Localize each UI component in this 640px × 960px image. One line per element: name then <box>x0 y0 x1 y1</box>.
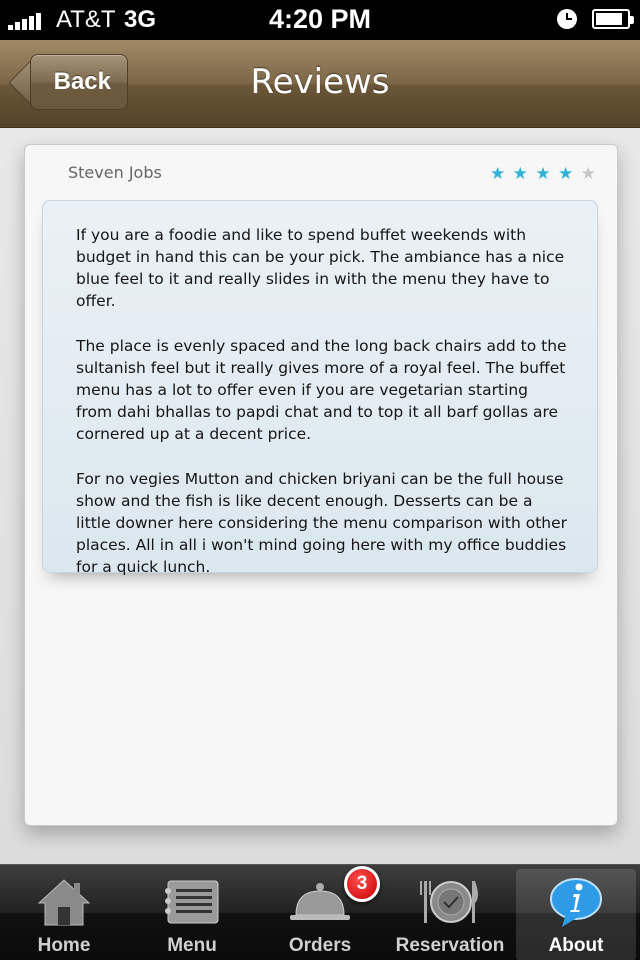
reviewer-name: Steven Jobs <box>68 163 162 182</box>
tab-menu[interactable]: Menu <box>132 869 252 960</box>
clock-icon <box>557 9 577 29</box>
battery-icon <box>592 9 634 29</box>
tab-label: About <box>548 935 604 956</box>
tab-bar: Home Menu Orders Reservation About <box>0 864 640 960</box>
status-bar: AT&T 3G 4:20 PM <box>0 0 640 40</box>
menu-icon <box>165 880 219 924</box>
tab-about[interactable]: About <box>516 869 636 960</box>
star-icon: ★ <box>535 164 552 184</box>
star-icon: ★ <box>512 164 529 184</box>
home-icon <box>37 879 91 926</box>
review-card: Steven Jobs ★ ★ ★ ★ ★ If you are a foodi… <box>24 144 618 826</box>
navigation-bar: Reviews Back <box>0 40 640 128</box>
review-paragraph: If you are a foodie and like to spend bu… <box>76 226 565 310</box>
review-paragraph: The place is evenly spaced and the long … <box>76 337 567 443</box>
plate-icon <box>420 881 478 923</box>
review-text-box: If you are a foodie and like to spend bu… <box>42 200 598 576</box>
tab-label: Orders <box>288 935 352 956</box>
star-icon: ★ <box>557 164 575 184</box>
status-time: 4:20 PM <box>268 4 372 34</box>
tab-label: Home <box>37 935 91 956</box>
info-icon <box>550 878 602 927</box>
star-empty-icon: ★ <box>580 164 597 184</box>
orders-badge: 3 <box>344 866 380 902</box>
review-paragraph: For no vegies Mutton and chicken briyani… <box>76 470 568 576</box>
tab-home[interactable]: Home <box>4 869 124 960</box>
tab-reservation[interactable]: Reservation <box>388 869 512 960</box>
back-button[interactable]: Back <box>30 54 128 110</box>
cloche-icon <box>290 883 350 920</box>
tab-label: Menu <box>167 935 217 956</box>
star-icon: ★ <box>490 164 507 184</box>
tab-label: Reservation <box>395 935 505 956</box>
star-rating: ★ ★ ★ ★ ★ <box>490 164 597 184</box>
